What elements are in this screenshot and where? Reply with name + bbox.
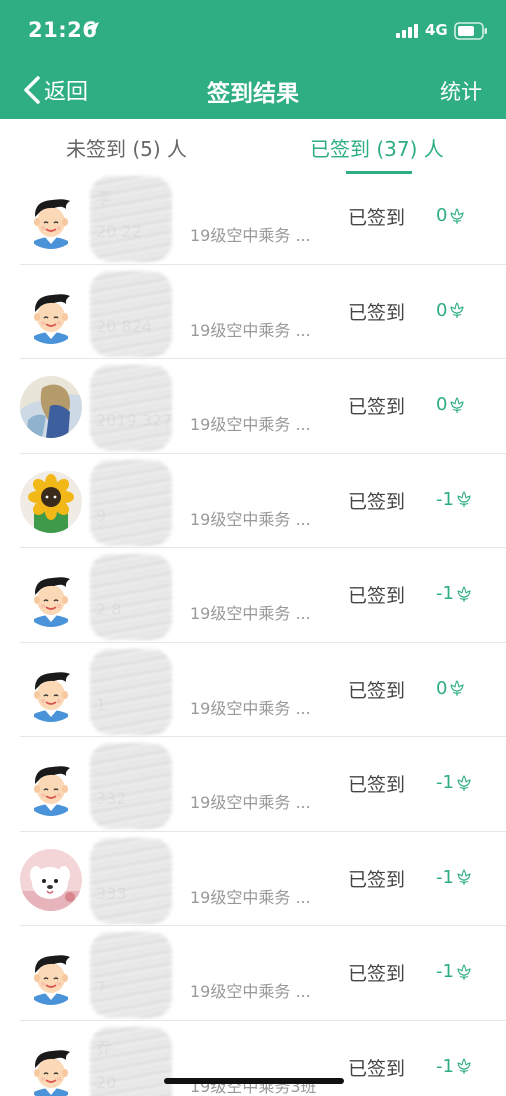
sunflower-avatar xyxy=(20,471,82,533)
score: -1 xyxy=(436,961,473,982)
score: 0 xyxy=(436,678,466,699)
cartoon-boy-icon xyxy=(20,565,82,627)
home-indicator xyxy=(164,1078,344,1084)
battery-icon xyxy=(454,22,487,40)
statistics-button[interactable]: 统计 xyxy=(440,76,482,106)
redaction-mark xyxy=(90,459,172,546)
flower-icon xyxy=(448,396,466,414)
sign-in-status: 已签到 xyxy=(348,774,406,796)
sign-in-status: 已签到 xyxy=(348,1057,406,1080)
sign-in-status: 已签到 xyxy=(348,585,406,607)
score-value: 0 xyxy=(436,394,448,415)
list-item[interactable]: 李20 2219级空中乘务 ...已签到0 xyxy=(0,170,506,265)
signed-in-list: 李20 2219级空中乘务 ...已签到020 82419级空中乘务 ...已签… xyxy=(0,170,506,1096)
back-button[interactable]: 返回 xyxy=(22,74,88,106)
class-name: 19级空中乘务3班 xyxy=(190,1076,317,1096)
score: -1 xyxy=(436,772,473,793)
score: -1 xyxy=(436,867,473,888)
anime-girl-avatar xyxy=(20,376,82,438)
sign-in-status: 已签到 xyxy=(348,868,406,891)
score-value: -1 xyxy=(436,772,454,793)
sign-in-status: 已签到 xyxy=(348,679,406,702)
tab-bar: 未签到 (5) 人 已签到 (37) 人 xyxy=(0,119,506,176)
redaction-mark xyxy=(90,554,172,640)
cartoon-boy-icon xyxy=(20,943,82,1005)
list-item[interactable]: 乔2019级空中乘务3班已签到-1 xyxy=(0,1021,506,1096)
flower-icon xyxy=(455,963,473,981)
score-value: -1 xyxy=(436,866,454,888)
sign-in-status: 已签到 xyxy=(348,396,406,418)
list-item[interactable]: 119级空中乘务 ...已签到0 xyxy=(0,643,506,737)
list-item[interactable]: 33319级空中乘务 ...已签到-1 xyxy=(0,832,506,926)
score-value: -1 xyxy=(436,1055,454,1077)
score: 0 xyxy=(436,300,466,321)
back-label: 返回 xyxy=(44,80,89,105)
redaction-mark xyxy=(90,1026,172,1096)
class-name: 19级空中乘务 ... xyxy=(190,226,311,245)
redaction-mark xyxy=(90,365,172,451)
class-name: 19级空中乘务 ... xyxy=(190,698,311,718)
score-value: 0 xyxy=(436,205,448,226)
flower-icon xyxy=(455,490,473,508)
cartoon-boy-icon xyxy=(20,754,82,816)
class-name: 19级空中乘务 ... xyxy=(190,320,311,340)
flower-icon xyxy=(448,679,466,697)
cartoon-boy-icon xyxy=(20,282,82,344)
app-header: 21:26 4G 返回 签到结果 统计 xyxy=(0,0,506,119)
class-name: 19级空中乘务 ... xyxy=(190,604,311,623)
redaction-mark xyxy=(90,932,172,1018)
score: 0 xyxy=(436,394,466,415)
redaction-mark xyxy=(90,743,172,829)
cartoon-boy-icon xyxy=(20,187,82,249)
flower-icon xyxy=(448,301,466,319)
tab-unsigned[interactable]: 未签到 (5) 人 xyxy=(66,133,187,162)
navigation-bar: 返回 签到结果 统计 xyxy=(0,62,506,119)
score: 0 xyxy=(436,205,466,226)
cellular-signal-icon xyxy=(396,24,418,38)
cartoon-boy-icon xyxy=(20,660,82,722)
flower-icon xyxy=(455,1057,473,1075)
score: -1 xyxy=(436,1056,473,1077)
list-item[interactable]: 2019 32719级空中乘务 ...已签到0 xyxy=(0,359,506,454)
list-item[interactable]: 919级空中乘务 ...已签到-1 xyxy=(0,454,506,548)
list-item[interactable]: 719级空中乘务 ...已签到-1 xyxy=(0,926,506,1021)
score-value: 0 xyxy=(436,677,448,699)
score: -1 xyxy=(436,583,473,604)
score-value: 0 xyxy=(436,299,448,321)
network-type: 4G xyxy=(425,21,448,39)
class-name: 19级空中乘务 ... xyxy=(190,887,311,907)
flower-icon xyxy=(455,868,473,886)
class-name: 19级空中乘务 ... xyxy=(190,982,311,1001)
sign-in-status: 已签到 xyxy=(348,490,406,513)
status-bar: 21:26 4G xyxy=(0,0,506,62)
flower-icon xyxy=(448,207,466,225)
score-value: -1 xyxy=(436,961,454,982)
white-dog-avatar xyxy=(20,849,82,911)
sign-in-status: 已签到 xyxy=(348,207,406,229)
redaction-mark xyxy=(90,270,172,357)
flower-icon xyxy=(455,774,473,792)
list-item[interactable]: 2 819级空中乘务 ...已签到-1 xyxy=(0,548,506,643)
location-arrow-icon xyxy=(87,22,99,34)
redaction-mark xyxy=(90,176,172,262)
class-name: 19级空中乘务 ... xyxy=(190,793,311,812)
class-name: 19级空中乘务 ... xyxy=(190,415,311,434)
sign-in-status: 已签到 xyxy=(348,963,406,985)
redaction-mark xyxy=(90,837,172,924)
flower-icon xyxy=(455,585,473,603)
list-item[interactable]: 20 82419级空中乘务 ...已签到0 xyxy=(0,265,506,359)
score: -1 xyxy=(436,489,473,510)
chevron-left-icon xyxy=(24,76,40,104)
class-name: 19级空中乘务 ... xyxy=(190,509,311,529)
score-value: -1 xyxy=(436,583,454,604)
redaction-mark xyxy=(90,648,172,735)
tab-signed[interactable]: 已签到 (37) 人 xyxy=(310,133,444,162)
sign-in-status: 已签到 xyxy=(348,301,406,324)
list-item[interactable]: 33219级空中乘务 ...已签到-1 xyxy=(0,737,506,832)
score-value: -1 xyxy=(436,488,454,510)
cartoon-boy-icon xyxy=(20,1038,82,1096)
